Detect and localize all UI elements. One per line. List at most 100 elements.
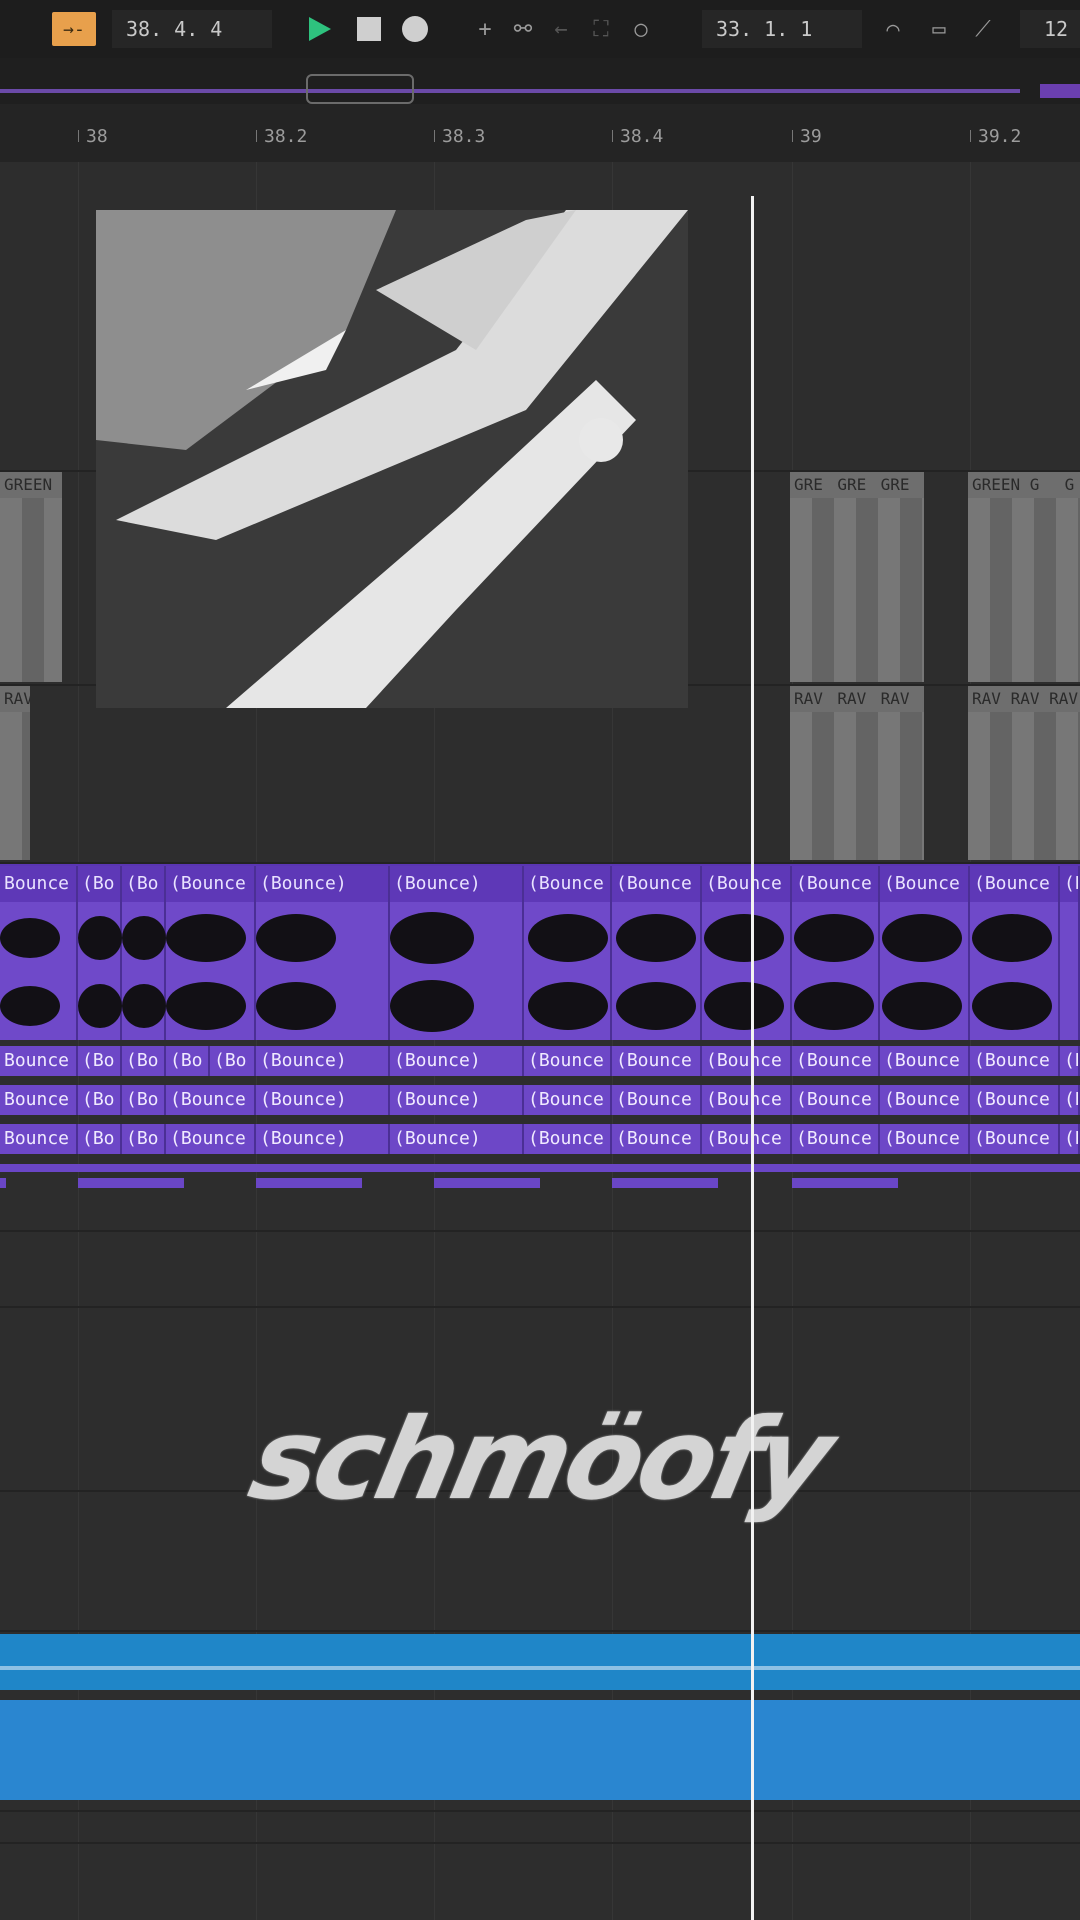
track-divider [0,1810,1080,1812]
audio-clip[interactable]: RAV RAV RAV [968,686,1080,860]
clip-name: (Bo [122,1046,166,1076]
audio-clip[interactable]: GREEN G G [968,472,1080,682]
clip-name: (Bounce [880,1046,970,1076]
clip-name: (Bounce [702,1046,792,1076]
audio-clip-blue-top[interactable] [0,1634,1080,1690]
clip-name: (Bounce [612,1124,702,1154]
clip-name: GREEN G [972,475,1040,494]
clip-name: (Bounce [702,866,790,902]
stop-button[interactable] [352,12,386,46]
record-button[interactable] [398,12,432,46]
draw-mode-button[interactable]: ▭ [922,12,956,46]
clip-name: (Bounce [880,1124,970,1154]
clip-name: RAV [794,689,823,708]
loop-area-button[interactable]: ⛶ [584,12,618,46]
clip-waveform [790,712,924,860]
bounce-lane-3[interactable]: Bounce (Bo (Bo (Bounce (Bounce) (Bounce) (Boun… [0,1124,1080,1154]
clip-name: (Bounce [792,1124,880,1154]
clip-waveform [0,498,62,682]
clip-name: (Bounce [970,866,1058,902]
audio-clip[interactable]: RAV [0,686,30,860]
clip-name: (Bounce [792,1046,880,1076]
play-button[interactable] [302,12,336,46]
loop-start-field[interactable]: 33. 1. 1 [702,10,862,48]
video-frame-image [96,210,688,708]
arrangement-overview[interactable] [0,58,1080,104]
clip-name: (B [1060,1046,1080,1076]
loop-area-icon: ⛶ [593,16,609,42]
arrangement-position-field[interactable]: 38. 4. 4 [112,10,272,48]
automation-button[interactable]: ⟋ [966,12,1000,46]
clip-name: (Bounce) [390,1124,524,1154]
overview-clip-strip [0,89,1020,93]
bounce-waveform [0,912,1052,1032]
clip-name: (Bounce) [390,1046,524,1076]
record-icon [402,16,428,42]
overview-view-window[interactable] [306,74,414,104]
bounce-lane-5-clip[interactable] [434,1178,540,1188]
link-icon: ⚯ [513,16,533,42]
circle-icon: ○ [634,16,648,42]
clip-name: Bounce [0,866,76,902]
ruler-label: 38.3 [442,126,486,147]
clip-waveform [968,498,1080,682]
bounce-lane-5-clip[interactable] [256,1178,362,1188]
bounce-lane-5-clip[interactable] [78,1178,184,1188]
clip-name: (Bounce [166,1085,256,1115]
follow-button[interactable]: →‑ [52,12,96,46]
clip-name: (Bo [166,1046,210,1076]
clip-name: (Bounce [880,1085,970,1115]
clip-name: (Bounce [612,1046,702,1076]
track-divider [0,1842,1080,1844]
loop-length-field[interactable]: 12 [1020,10,1080,48]
clip-name: GRE [880,475,910,494]
track-divider [0,1630,1080,1632]
ruler-tick [434,130,435,142]
clip-name: (Bounce [166,1124,256,1154]
ruler-tick [256,130,257,142]
clip-name: (Bounce [970,1046,1060,1076]
audio-clip[interactable]: RAV RAV RAV [790,686,924,860]
punch-button[interactable]: ○ [624,12,658,46]
beat-time-ruler[interactable] [0,104,1080,164]
curve-icon: ⌒ [886,16,900,42]
clip-name: (Bounce [166,866,254,902]
clip-name: (Bounce [524,1046,612,1076]
blue-clip-divider [0,1666,1080,1670]
clip-name: (Bounce [612,866,700,902]
bounce-lane-4[interactable] [0,1164,1080,1172]
audio-clip[interactable]: GREEN [0,472,62,682]
clip-name: (Bounce) [390,1085,524,1115]
clip-name: (Bo [78,1046,122,1076]
clip-name: Bounce [0,1046,78,1076]
ruler-tick [612,130,613,142]
clip-name: RAV [1049,689,1079,708]
clip-name: (Bo [210,1046,256,1076]
overview-clip-strip-end [1040,84,1080,98]
bounce-lane-1[interactable]: Bounce (Bo (Bo (Bo (Bo (Bounce) (Bounce) (Bounc… [0,1046,1080,1076]
ruler-tick [792,130,793,142]
clip-name: (Bounce [612,1085,702,1115]
clip-name: RAV [1010,689,1040,708]
playhead[interactable] [751,196,754,1920]
bounce-lane-2[interactable]: Bounce (Bo (Bo (Bounce (Bounce) (Bounce) (Boun… [0,1085,1080,1115]
clip-name: G [1064,475,1075,494]
clip-name: (Bounce [702,1124,792,1154]
automation-icon: ⟋ [975,16,991,42]
link-button[interactable]: ⚯ [506,12,540,46]
audio-clip[interactable]: GRE GRE GRE [790,472,924,682]
clip-name: (Bo [78,866,120,902]
bounce-lane-5-clip[interactable] [792,1178,898,1188]
curve-button[interactable]: ⌒ [876,12,910,46]
clip-name: (Bounce [970,1124,1060,1154]
add-button[interactable]: + [468,12,502,46]
clip-name: (Bounce [970,1085,1060,1115]
clip-name: GREEN [0,472,62,498]
add-icon: + [478,16,492,42]
audio-clip-blue-bottom[interactable] [0,1700,1080,1800]
clip-name: (Bo [78,1085,122,1115]
back-arrow-icon: ← [554,16,568,42]
back-to-arrangement-button[interactable]: ← [544,12,578,46]
bounce-lane-5-clip[interactable] [612,1178,718,1188]
bounce-lane-5-clip[interactable] [0,1178,6,1188]
